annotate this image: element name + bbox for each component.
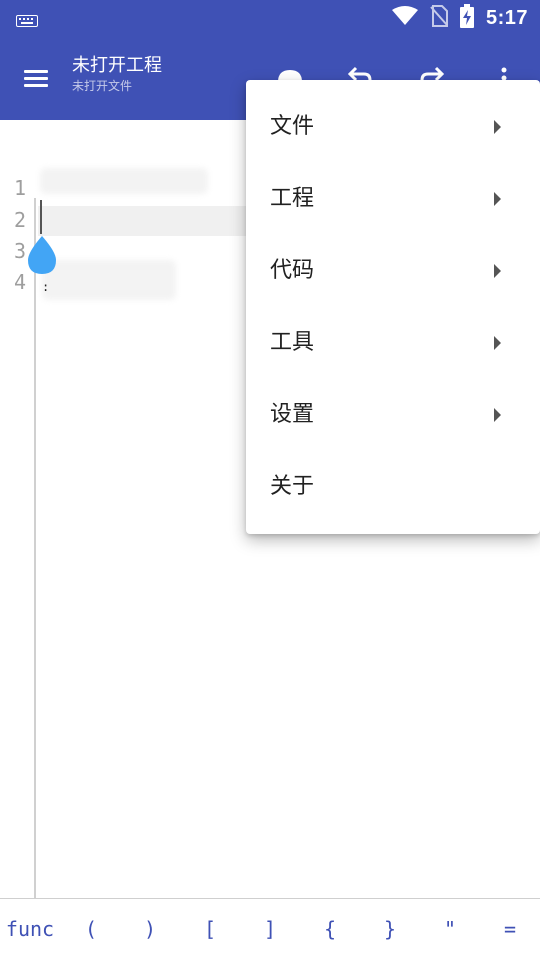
menu-item-label: 代码 xyxy=(270,258,315,283)
menu-item-tools[interactable]: 工具 xyxy=(246,307,540,379)
menu-item-about[interactable]: 关于 xyxy=(246,451,540,523)
project-title: 未打开工程 xyxy=(72,55,162,76)
symbol-key-func[interactable]: func xyxy=(4,911,56,947)
line-number: 2 xyxy=(14,208,27,232)
menu-item-code[interactable]: 代码 xyxy=(246,235,540,307)
overflow-menu: 文件 工程 代码 工具 设置 关于 xyxy=(246,80,540,534)
menu-icon[interactable] xyxy=(20,62,52,94)
submenu-arrow-icon xyxy=(494,336,501,350)
symbol-key-open-bracket[interactable]: [ xyxy=(197,911,223,947)
submenu-arrow-icon xyxy=(494,408,501,422)
cursor-drop-handle-icon[interactable] xyxy=(26,234,58,280)
symbol-key-open-paren[interactable]: ( xyxy=(78,911,104,947)
line-number: 1 xyxy=(14,176,27,200)
symbol-key-equals[interactable]: = xyxy=(497,911,523,947)
wifi-icon xyxy=(391,6,418,30)
symbol-input-bar: func ( ) [ ] { } " = xyxy=(0,898,540,960)
text-shadow xyxy=(42,260,176,300)
submenu-arrow-icon xyxy=(494,120,501,134)
file-subtitle: 未打开文件 xyxy=(72,79,133,93)
menu-item-label: 工具 xyxy=(270,330,315,355)
keyboard-icon xyxy=(16,12,38,31)
clock: 5:17 xyxy=(485,6,528,29)
battery-charging-icon xyxy=(459,4,474,32)
menu-item-settings[interactable]: 设置 xyxy=(246,379,540,451)
screen: 5:17 未打开工程 未打开文件 1 2 3 4: 文件 工程 代码 工具 设… xyxy=(0,0,540,960)
menu-item-file[interactable]: 文件 xyxy=(246,91,540,163)
menu-item-label: 关于 xyxy=(270,474,315,499)
symbol-key-open-brace[interactable]: { xyxy=(317,911,343,947)
submenu-arrow-icon xyxy=(494,264,501,278)
symbol-key-close-paren[interactable]: ) xyxy=(137,911,163,947)
symbol-key-close-bracket[interactable]: ] xyxy=(257,911,283,947)
text-shadow xyxy=(40,168,208,194)
cursor-marker: : xyxy=(42,280,50,294)
menu-item-project[interactable]: 工程 xyxy=(246,163,540,235)
title-block: 未打开工程 未打开文件 xyxy=(72,54,162,94)
no-sim-icon xyxy=(430,5,448,31)
symbol-key-close-brace[interactable]: } xyxy=(377,911,403,947)
menu-item-label: 设置 xyxy=(270,402,315,427)
status-bar: 5:17 xyxy=(0,0,540,36)
menu-item-label: 工程 xyxy=(270,186,315,211)
text-caret xyxy=(40,200,42,234)
gutter-divider xyxy=(34,198,36,898)
menu-item-label: 文件 xyxy=(270,114,315,139)
symbol-key-quote[interactable]: " xyxy=(437,911,463,947)
submenu-arrow-icon xyxy=(494,192,501,206)
